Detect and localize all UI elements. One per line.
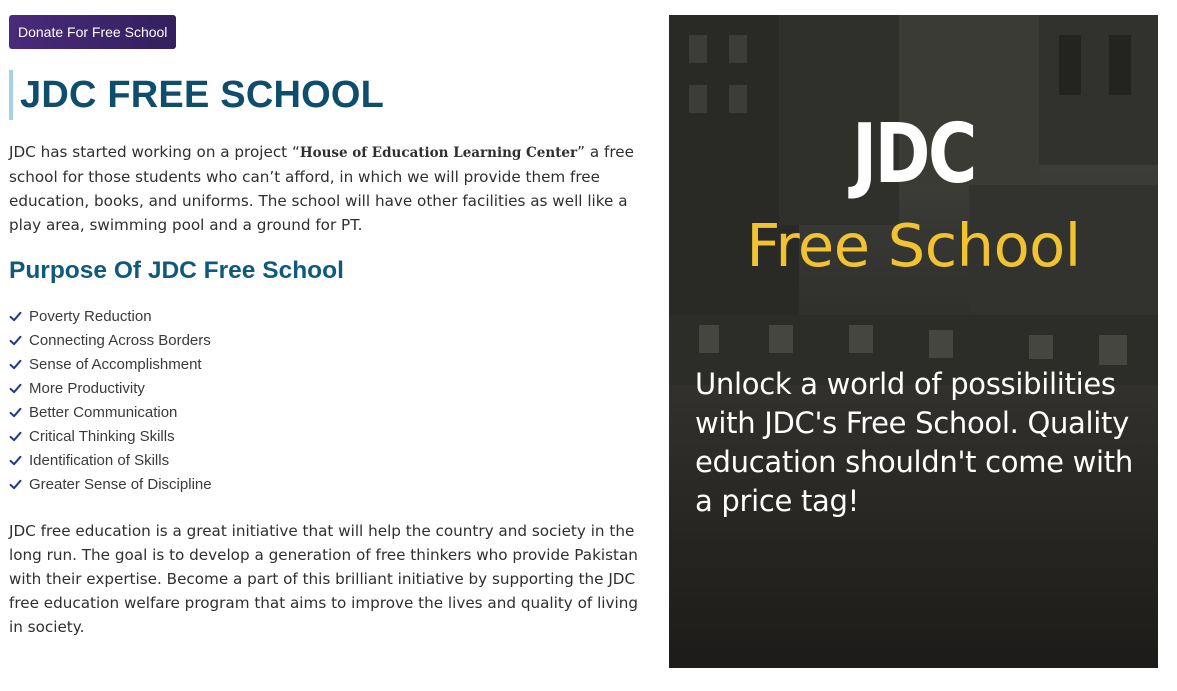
free-school-poster: JDC Free School Unlock a world of possib… [669,15,1158,668]
purpose-item-label: Poverty Reduction [29,307,152,325]
content-column: Donate For Free School JDC FREE SCHOOL J… [9,15,654,639]
purpose-item-label: More Productivity [29,379,145,397]
purpose-item-label: Greater Sense of Discipline [29,475,212,493]
outro-paragraph: JDC free education is a great initiative… [9,522,638,636]
check-icon [9,311,22,321]
check-icon [9,383,22,393]
purpose-item: Poverty Reduction [9,304,654,328]
purpose-item-label: Identification of Skills [29,451,170,469]
intro-text-start: JDC has started working on a project “ [9,143,300,161]
purpose-item-label: Critical Thinking Skills [29,427,175,445]
purpose-list: Poverty Reduction Connecting Across Borde… [9,304,654,496]
purpose-item-label: Connecting Across Borders [29,331,211,349]
donate-button[interactable]: Donate For Free School [9,15,177,49]
poster-tagline: Unlock a world of possibilities with JDC… [695,367,1133,518]
purpose-item: Identification of Skills [9,448,654,472]
check-icon [9,407,22,417]
check-icon [9,455,22,465]
purpose-item: More Productivity [9,376,654,400]
purpose-item: Critical Thinking Skills [9,424,654,448]
check-icon [9,479,22,489]
title-block: JDC FREE SCHOOL [9,70,654,120]
project-name: House of Education Learning Center [299,145,578,161]
purpose-heading: Purpose Of JDC Free School [9,257,344,284]
purpose-item: Better Communication [9,400,654,424]
poster-brand: JDC [852,107,977,202]
purpose-item: Connecting Across Borders [9,328,654,352]
check-icon [9,335,22,345]
purpose-item: Greater Sense of Discipline [9,472,654,496]
purpose-item-label: Sense of Accomplishment [29,355,202,373]
page-title: JDC FREE SCHOOL [20,73,385,116]
check-icon [9,359,22,369]
purpose-item-label: Better Communication [29,403,178,421]
purpose-item: Sense of Accomplishment [9,352,654,376]
check-icon [9,431,22,441]
intro-paragraph: JDC has started working on a project “Ho… [9,140,654,237]
poster-headline: Free School [746,211,1081,280]
